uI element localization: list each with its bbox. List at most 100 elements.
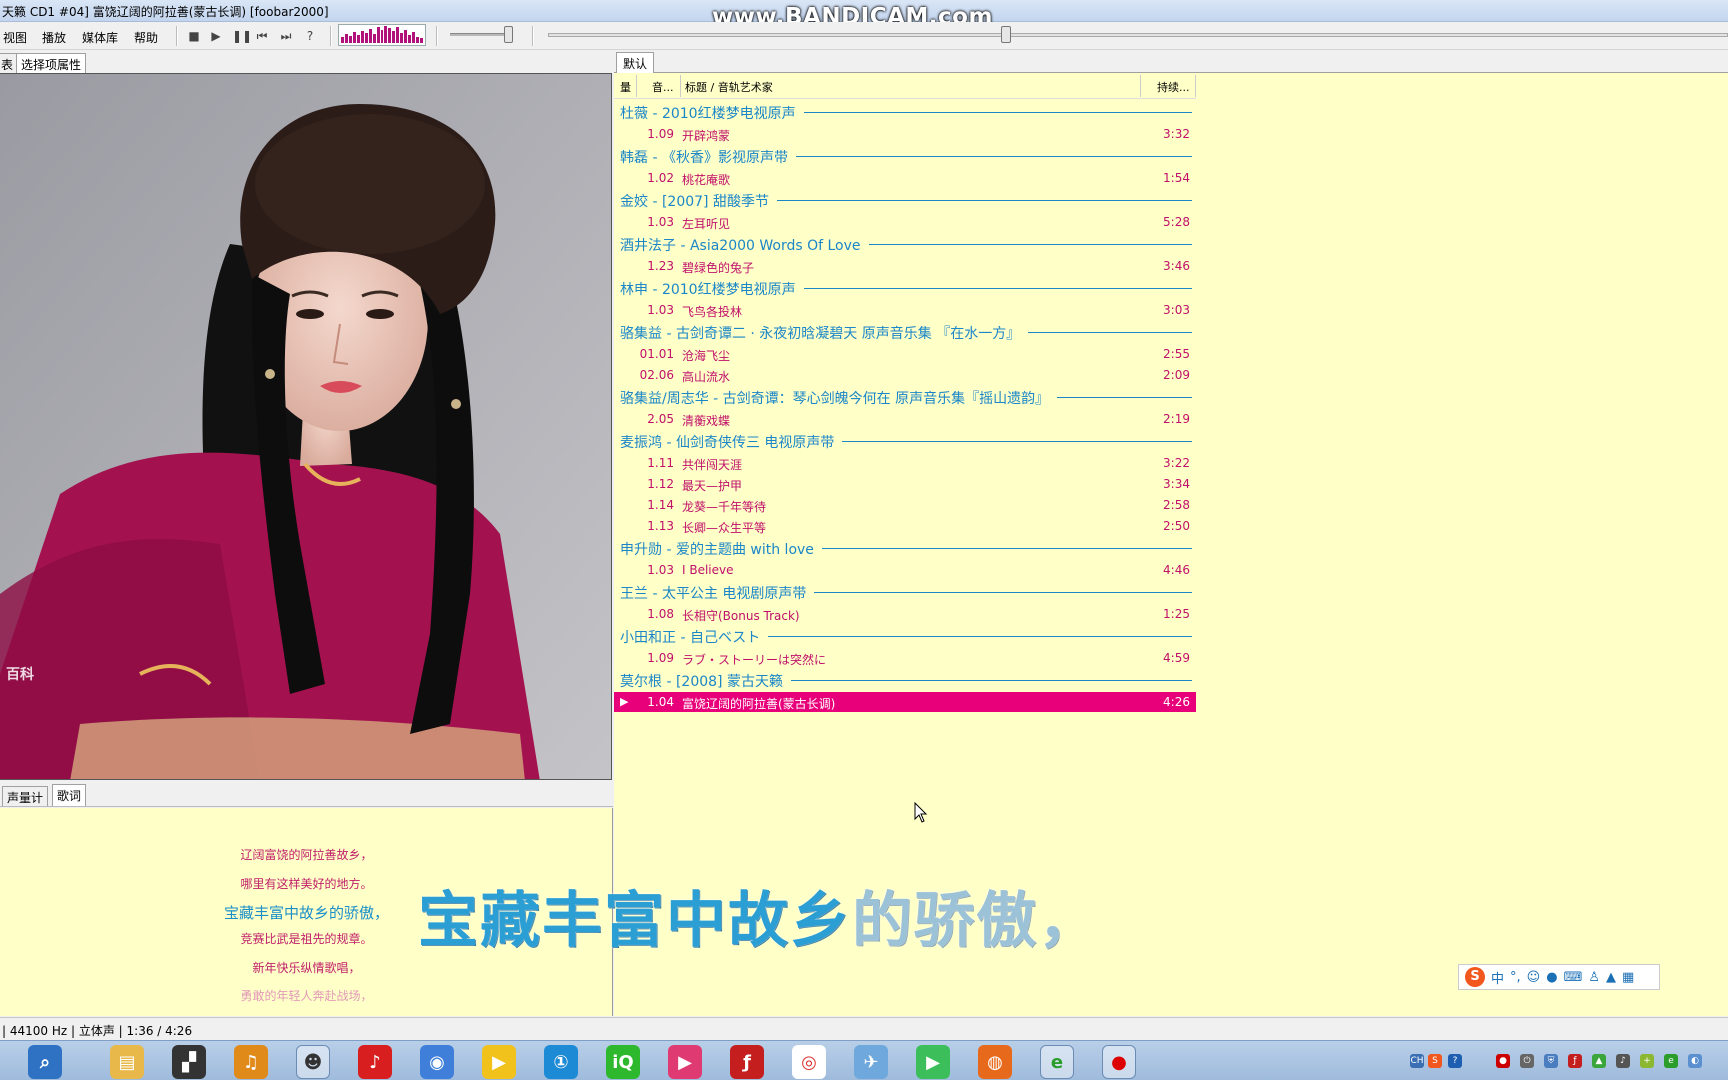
group-title: 韩磊 - 《秋香》影视原声带	[620, 147, 796, 167]
spectrum-visualizer	[338, 24, 426, 46]
alien-icon[interactable]: ☻	[296, 1045, 330, 1079]
mouse-cursor-icon	[914, 802, 928, 823]
play-icon[interactable]: ▶	[208, 28, 224, 44]
tab-volume-meter[interactable]: 声量计	[2, 786, 49, 806]
track-row[interactable]: 1.14 龙葵—千年等待 2:58	[614, 495, 1196, 515]
clock-icon[interactable]: ①	[544, 1045, 578, 1079]
flash-icon[interactable]: ƒ	[730, 1045, 764, 1079]
speaker-tray-icon[interactable]: ♪	[1616, 1054, 1630, 1068]
group-title: 杜薇 - 2010红楼梦电视原声	[620, 103, 804, 123]
previous-icon[interactable]: ⏮	[254, 28, 270, 44]
playlist-group-header[interactable]: 申升勋 - 爱的主题曲 with love	[614, 537, 1196, 559]
playlist-group-header[interactable]: 王兰 - 太平公主 电视剧原声带	[614, 581, 1196, 603]
ime-toolbar[interactable]: S 中 °, ☺ ● ⌨ ♙ ▲ ▦	[1458, 964, 1660, 990]
track-row[interactable]: 01.01 沧海飞尘 2:55	[614, 344, 1196, 364]
volume-slider[interactable]	[450, 33, 512, 36]
next-icon[interactable]: ⏭	[278, 28, 294, 44]
user-icon[interactable]: ♙	[1588, 970, 1600, 985]
playlist-group-header[interactable]: 骆集益/周志华 - 古剑奇谭：琴心剑魄今何在 原声音乐集『摇山遗韵』	[614, 386, 1196, 408]
seek-thumb[interactable]	[1001, 26, 1011, 43]
playlist-group-header[interactable]: 骆集益 - 古剑奇谭二 · 永夜初晗凝碧天 原声音乐集 『在水一方』	[614, 321, 1196, 343]
clapper-icon[interactable]: ▞	[172, 1045, 206, 1079]
record-icon[interactable]: ●	[1102, 1045, 1136, 1079]
iqiyi-icon[interactable]: iQ	[606, 1045, 640, 1079]
app-tray-icon[interactable]: +	[1640, 1054, 1654, 1068]
search-icon[interactable]: ⌕	[28, 1045, 62, 1079]
track-row[interactable]: 1.09 开辟鸿蒙 3:32	[614, 124, 1196, 144]
stop-icon[interactable]: ■	[186, 28, 202, 44]
tab-lyrics[interactable]: 歌词	[52, 784, 87, 806]
player-icon[interactable]: ▶	[482, 1045, 516, 1079]
volume-tray-icon[interactable]: ◐	[1688, 1054, 1702, 1068]
explorer-icon[interactable]: ▤	[110, 1045, 144, 1079]
track-row[interactable]: 1.23 碧绿色的兔子 3:46	[614, 256, 1196, 276]
track-row[interactable]: 1.09 ラブ・ストーリーは突然に 4:59	[614, 648, 1196, 668]
menu-playback[interactable]: 播放	[42, 29, 66, 46]
playlist-group-header[interactable]: 酒井法子 - Asia2000 Words Of Love	[614, 233, 1196, 255]
help-tray-icon[interactable]: ?	[1448, 1054, 1462, 1068]
play-store-icon[interactable]: ▶	[916, 1045, 950, 1079]
track-number: 1.14	[647, 498, 674, 512]
sogou-tray-icon[interactable]: S	[1428, 1054, 1442, 1068]
netease-music-icon[interactable]: ♪	[358, 1045, 392, 1079]
tab-selection-properties[interactable]: 选择项属性	[16, 53, 87, 73]
menu-view[interactable]: 视图	[3, 29, 27, 46]
keyboard-icon[interactable]: ⌨	[1564, 970, 1583, 985]
column-header-title[interactable]: 标题 / 音轨艺术家	[685, 79, 773, 95]
youku-icon[interactable]: ▶	[668, 1045, 702, 1079]
column-header-track[interactable]: 音...	[652, 79, 674, 95]
firefox-icon[interactable]: ◍	[978, 1045, 1012, 1079]
green-app-icon[interactable]: e	[1040, 1045, 1074, 1079]
skin-icon[interactable]: ▲	[1606, 970, 1616, 985]
language-indicator-icon[interactable]: CH	[1410, 1054, 1424, 1068]
track-row[interactable]: 1.03 I Believe 4:46	[614, 560, 1196, 580]
track-row[interactable]: 1.12 最天—护甲 3:34	[614, 474, 1196, 494]
ime-mode-label[interactable]: 中	[1491, 968, 1504, 987]
power-tray-icon[interactable]: ⏻	[1520, 1054, 1534, 1068]
volume-thumb[interactable]	[504, 26, 513, 43]
lower-panel-tabs: 声量计 歌词	[0, 783, 613, 807]
microphone-icon[interactable]: ●	[1546, 970, 1557, 985]
seek-bar[interactable]	[548, 33, 1728, 37]
track-title: 清蘅戏蝶	[682, 414, 731, 428]
playlist-group-header[interactable]: 麦振鸿 - 仙剑奇侠传三 电视原声带	[614, 430, 1196, 452]
menu-help[interactable]: 帮助	[134, 29, 158, 46]
playlist-group-header[interactable]: 莫尔根 - [2008] 蒙古天籁	[614, 669, 1196, 691]
track-row[interactable]: 2.05 清蘅戏蝶 2:19	[614, 409, 1196, 429]
chrome-icon[interactable]: ◎	[792, 1045, 826, 1079]
pause-icon[interactable]: ❚❚	[232, 28, 252, 44]
chrome-like-icon[interactable]: ◉	[420, 1045, 454, 1079]
track-row[interactable]: 1.11 共伴闯天涯 3:22	[614, 453, 1196, 473]
track-row-playing[interactable]: ▶ 1.04 富饶辽阔的阿拉善(蒙古长调) 4:26	[614, 692, 1196, 712]
track-row[interactable]: 02.06 高山流水 2:09	[614, 365, 1196, 385]
playlist-group-header[interactable]: 杜薇 - 2010红楼梦电视原声	[614, 101, 1196, 123]
network-tray-icon[interactable]: ▲	[1592, 1054, 1606, 1068]
track-row[interactable]: 1.08 长相守(Bonus Track) 1:25	[614, 604, 1196, 624]
record-tray-icon[interactable]: ●	[1496, 1054, 1510, 1068]
bird-icon[interactable]: ✈	[854, 1045, 888, 1079]
shield-tray-icon[interactable]: ⛨	[1544, 1054, 1558, 1068]
track-row[interactable]: 1.13 长卿—众生平等 2:50	[614, 516, 1196, 536]
playlist-group-header[interactable]: 林申 - 2010红楼梦电视原声	[614, 277, 1196, 299]
track-row[interactable]: 1.02 桃花庵歌 1:54	[614, 168, 1196, 188]
flash-tray-icon[interactable]: ƒ	[1568, 1054, 1582, 1068]
headphones-icon[interactable]: ♫	[234, 1045, 268, 1079]
emoji-icon[interactable]: ☺	[1527, 970, 1541, 985]
menu-library[interactable]: 媒体库	[82, 29, 118, 46]
sogou-icon[interactable]: S	[1465, 967, 1485, 987]
track-row[interactable]: 1.03 飞鸟各投林 3:03	[614, 300, 1196, 320]
playlist-group-header[interactable]: 金姣 - [2007] 甜酸季节	[614, 189, 1196, 211]
track-title: 左耳听见	[682, 217, 731, 231]
random-icon[interactable]: ?	[302, 28, 318, 44]
tab-default-playlist[interactable]: 默认	[616, 52, 655, 73]
punctuation-icon[interactable]: °,	[1510, 970, 1521, 985]
green-tray-icon[interactable]: e	[1664, 1054, 1678, 1068]
track-duration: 3:22	[1163, 456, 1190, 470]
column-header-count[interactable]: 量	[620, 79, 631, 95]
playlist-group-header[interactable]: 韩磊 - 《秋香》影视原声带	[614, 145, 1196, 167]
track-row[interactable]: 1.03 左耳听见 5:28	[614, 212, 1196, 232]
column-header-duration[interactable]: 持续...	[1157, 79, 1190, 95]
playlist-group-header[interactable]: 小田和正 - 自己ベスト	[614, 625, 1196, 647]
grid-icon[interactable]: ▦	[1622, 970, 1634, 985]
group-title: 王兰 - 太平公主 电视剧原声带	[620, 583, 815, 603]
